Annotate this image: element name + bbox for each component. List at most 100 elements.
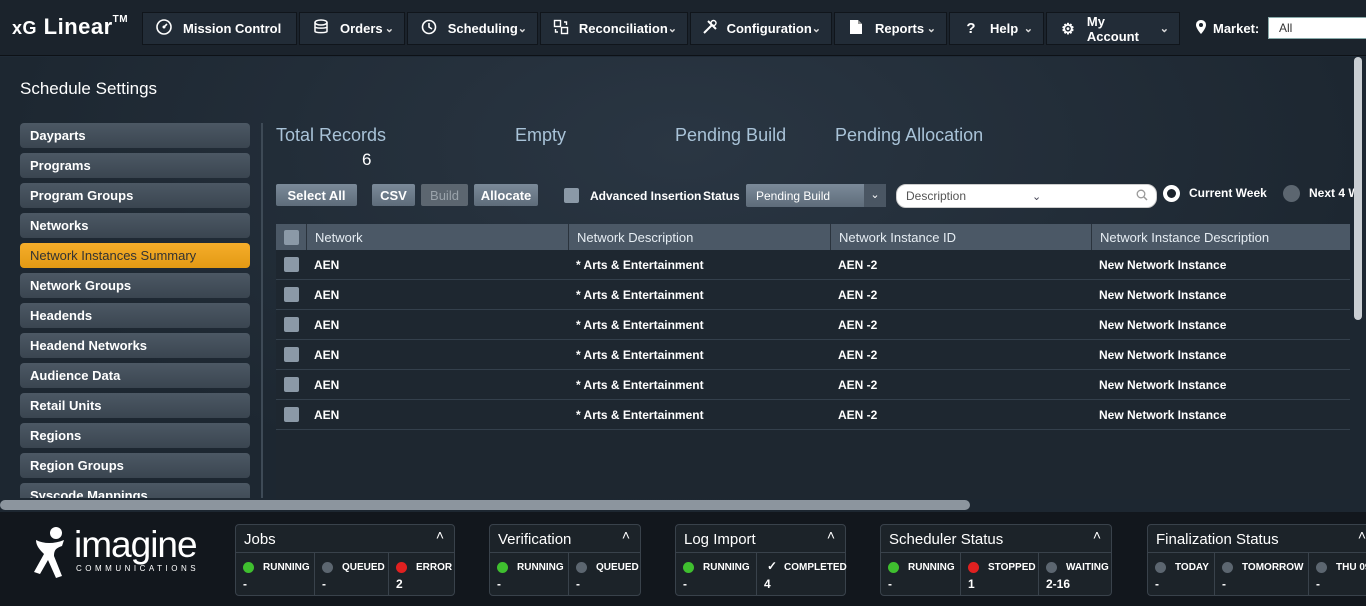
- status-cell-queued[interactable]: QUEUED -: [314, 553, 388, 595]
- header-select-cell: [276, 224, 306, 250]
- status-cell-running[interactable]: RUNNING -: [676, 553, 756, 595]
- nav-my-account[interactable]: ⚙ My Account ⌄: [1046, 12, 1180, 45]
- sidebar-item-program-groups[interactable]: Program Groups: [20, 183, 250, 208]
- chevron-up-icon[interactable]: ˄: [1093, 527, 1101, 543]
- status-cell-running[interactable]: RUNNING -: [236, 553, 314, 595]
- vertical-scrollbar[interactable]: [1353, 57, 1363, 512]
- chevron-up-icon[interactable]: ˄: [436, 527, 444, 543]
- csv-button[interactable]: CSV: [372, 184, 415, 206]
- status-select[interactable]: Pending Build ⌄: [746, 184, 886, 207]
- sidebar-item-headends[interactable]: Headends: [20, 303, 250, 328]
- row-checkbox[interactable]: [284, 317, 299, 332]
- nav-configuration[interactable]: Configuration ⌄: [690, 12, 832, 45]
- row-checkbox[interactable]: [284, 347, 299, 362]
- status-cell-queued[interactable]: QUEUED -: [568, 553, 640, 595]
- allocate-button[interactable]: Allocate: [474, 184, 538, 206]
- chevron-up-icon[interactable]: ˄: [622, 527, 630, 543]
- advanced-insertion-checkbox[interactable]: [564, 188, 579, 203]
- tools-icon: [701, 19, 719, 39]
- table-row[interactable]: AEN * Arts & Entertainment AEN -2 New Netwo…: [276, 370, 1350, 400]
- cell-network: AEN: [314, 317, 340, 332]
- status-cell-error[interactable]: ERROR 2: [388, 553, 454, 595]
- status-cell-tomorrow[interactable]: TOMORROW -: [1214, 553, 1308, 595]
- row-checkbox[interactable]: [284, 287, 299, 302]
- sidebar-item-networks[interactable]: Networks: [20, 213, 250, 238]
- row-checkbox[interactable]: [284, 407, 299, 422]
- status-cell-running[interactable]: RUNNING -: [490, 553, 568, 595]
- horizontal-scrollbar-thumb[interactable]: [0, 500, 970, 510]
- row-checkbox[interactable]: [284, 257, 299, 272]
- status-cell-running[interactable]: RUNNING -: [881, 553, 960, 595]
- empty-label[interactable]: Empty: [515, 125, 566, 146]
- column-header-network-instance-id[interactable]: Network Instance ID: [830, 224, 1091, 250]
- next-weeks-radio[interactable]: [1283, 185, 1300, 202]
- gauge-icon: [153, 18, 175, 39]
- sidebar-item-syscode-mappings[interactable]: Syscode Mappings: [20, 483, 250, 498]
- chevron-up-icon[interactable]: ˄: [1358, 527, 1366, 543]
- table-row[interactable]: AEN * Arts & Entertainment AEN -2 New Netwo…: [276, 310, 1350, 340]
- row-checkbox[interactable]: [284, 377, 299, 392]
- status-value: Pending Build: [756, 188, 831, 203]
- select-all-checkbox[interactable]: [284, 229, 299, 245]
- nav-mission-control[interactable]: Mission Control: [142, 12, 297, 45]
- sidebar-item-headend-networks[interactable]: Headend Networks: [20, 333, 250, 358]
- panel-title: Log Import: [684, 531, 756, 548]
- cell-network: AEN: [314, 407, 340, 422]
- cell-network-instance-description: New Network Instance: [1099, 317, 1227, 332]
- status-cell-waiting[interactable]: WAITING 2-16: [1038, 553, 1111, 595]
- sidebar-item-retail-units[interactable]: Retail Units: [20, 393, 250, 418]
- status-label: ERROR: [416, 562, 453, 573]
- status-cell-today[interactable]: TODAY -: [1148, 553, 1214, 595]
- select-all-button[interactable]: Select All: [276, 184, 357, 206]
- status-value: -: [1316, 577, 1320, 591]
- current-week-radio[interactable]: [1163, 185, 1180, 202]
- status-label: COMPLETED: [784, 562, 847, 573]
- build-button[interactable]: Build: [421, 184, 468, 206]
- table-row[interactable]: AEN * Arts & Entertainment AEN -2 New Netwo…: [276, 340, 1350, 370]
- status-value: -: [1222, 577, 1226, 591]
- question-icon: ?: [966, 20, 976, 37]
- sidebar-item-region-groups[interactable]: Region Groups: [20, 453, 250, 478]
- advanced-insertion-label: Advanced Insertion: [590, 189, 702, 203]
- table-row[interactable]: AEN * Arts & Entertainment AEN -2 New Netwo…: [276, 280, 1350, 310]
- status-dot-icon: [1155, 562, 1166, 573]
- panel-title: Jobs: [244, 531, 276, 548]
- status-value: 2: [396, 577, 403, 591]
- nav-scheduling[interactable]: Scheduling ⌄: [407, 12, 538, 45]
- verification-panel: Verification ˄ RUNNING - QUEUED -: [489, 524, 641, 596]
- cell-network: AEN: [314, 257, 340, 272]
- column-header-network-description[interactable]: Network Description: [568, 224, 830, 250]
- sidebar-item-regions[interactable]: Regions: [20, 423, 250, 448]
- status-cell-thu-09[interactable]: THU 09 -: [1308, 553, 1366, 595]
- sidebar-item-audience-data[interactable]: Audience Data: [20, 363, 250, 388]
- market-select[interactable]: [1268, 17, 1366, 39]
- sidebar-item-network-instances-summary[interactable]: Network Instances Summary: [20, 243, 250, 268]
- status-cell-stopped[interactable]: STOPPED 1: [960, 553, 1038, 595]
- chevron-up-icon[interactable]: ˄: [827, 527, 835, 543]
- app-logo: xG LinearTM: [12, 14, 129, 39]
- nav-label: Reconciliation: [578, 21, 668, 36]
- nav-label: Mission Control: [183, 21, 282, 36]
- sidebar-item-dayparts[interactable]: Dayparts: [20, 123, 250, 148]
- nav-reports[interactable]: Reports ⌄: [834, 12, 947, 45]
- table-row[interactable]: AEN * Arts & Entertainment AEN -2 New Netwo…: [276, 250, 1350, 280]
- description-placeholder: Description: [906, 189, 967, 203]
- row-select-cell: [276, 250, 306, 279]
- finalization-status-panel: Finalization Status ˄ TODAY - TOMORROW - THU 0…: [1147, 524, 1366, 596]
- main-content: Schedule Settings Dayparts Programs Prog…: [0, 57, 1366, 512]
- pending-allocation-label[interactable]: Pending Allocation: [835, 125, 983, 146]
- sidebar-item-network-groups[interactable]: Network Groups: [20, 273, 250, 298]
- status-cell-completed[interactable]: ✓ COMPLETED 4: [756, 553, 847, 595]
- column-header-network[interactable]: Network: [306, 224, 568, 250]
- vertical-scrollbar-thumb[interactable]: [1354, 57, 1362, 320]
- pending-build-label[interactable]: Pending Build: [675, 125, 786, 146]
- table-row[interactable]: AEN * Arts & Entertainment AEN -2 New Netwo…: [276, 400, 1350, 430]
- nav-help[interactable]: ? Help ⌄: [949, 12, 1044, 45]
- nav-reconciliation[interactable]: Reconciliation ⌄: [540, 12, 688, 45]
- sidebar-item-programs[interactable]: Programs: [20, 153, 250, 178]
- panel-title: Verification: [498, 531, 572, 548]
- description-search-input[interactable]: Description ⌄: [896, 184, 1157, 208]
- nav-orders[interactable]: Orders ⌄: [299, 12, 405, 45]
- column-header-network-instance-description[interactable]: Network Instance Description: [1091, 224, 1350, 250]
- cell-network-description: * Arts & Entertainment: [576, 287, 704, 302]
